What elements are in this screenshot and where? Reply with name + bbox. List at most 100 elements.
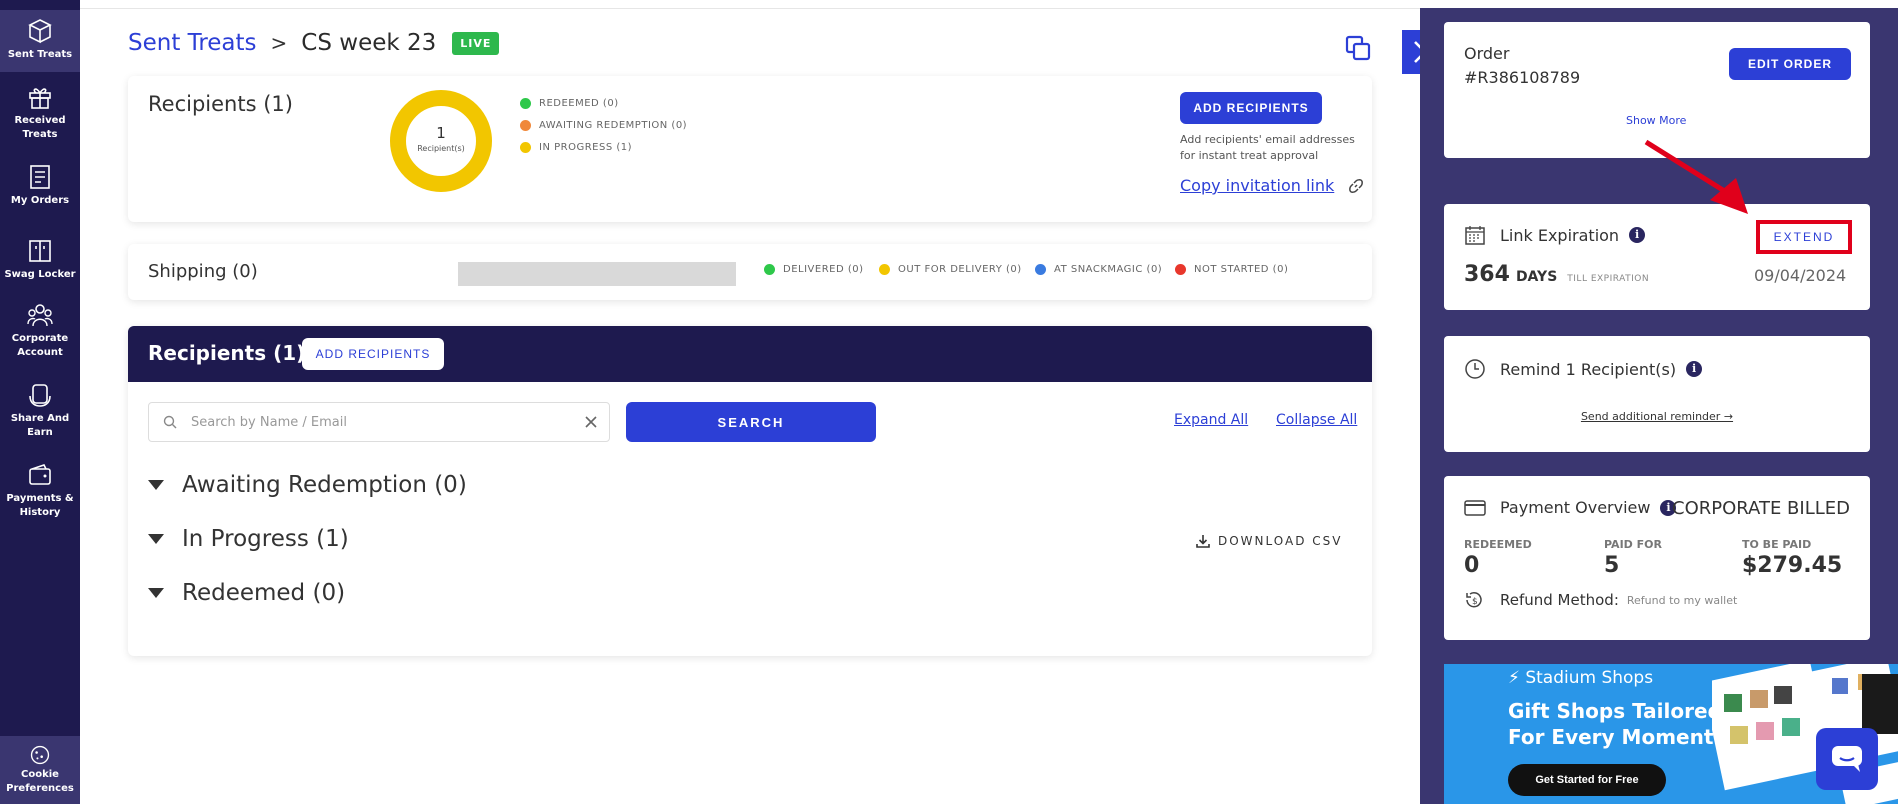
get-started-button[interactable]: Get Started for Free [1508, 764, 1666, 796]
add-recipients-button[interactable]: ADD RECIPIENTS [1180, 92, 1322, 124]
clock-icon [1465, 359, 1485, 379]
info-icon[interactable]: i [1686, 361, 1703, 377]
expand-all-link[interactable]: Expand All [1174, 412, 1248, 428]
search-input[interactable] [191, 414, 585, 430]
nav-item-share-and-earn[interactable]: Share And Earn [0, 382, 80, 440]
extend-button[interactable]: EXTEND [1756, 220, 1852, 254]
send-reminder-link[interactable]: Send additional reminder → [1444, 410, 1870, 423]
payment-overview-title: Payment Overview [1500, 498, 1651, 517]
chat-button[interactable] [1816, 728, 1878, 790]
share-icon [29, 384, 51, 407]
top-divider [80, 8, 1420, 9]
nav-item-swag-locker[interactable]: Swag Locker [0, 238, 80, 282]
shipping-progress-bar [458, 262, 736, 286]
donut-count: 1 [436, 124, 446, 142]
group-label: Redeemed (0) [182, 580, 346, 606]
legend-at-snackmagic: AT SNACKMAGIC (0) [1035, 264, 1162, 275]
legend-label: REDEEMED (0) [539, 98, 619, 109]
stat-value: $279.45 [1742, 553, 1843, 578]
gift-icon [29, 88, 51, 109]
search-button[interactable]: SEARCH [626, 402, 876, 442]
box-icon [28, 19, 52, 44]
refund-icon: $ [1466, 592, 1482, 608]
legend-label: AWAITING REDEMPTION (0) [539, 120, 688, 131]
caret-down-icon [148, 480, 164, 490]
group-in-progress[interactable]: In Progress (1) [148, 526, 349, 552]
cookie-preferences-button[interactable]: Cookie Preferences [0, 736, 80, 804]
nav-label: Payments & History [6, 493, 74, 518]
search-icon [163, 415, 177, 429]
reminder-card: Remind 1 Recipient(s) i Send additional … [1444, 336, 1870, 452]
page-title: CS week 23 [301, 30, 437, 56]
legend-dot [764, 264, 775, 275]
breadcrumb: Sent Treats > CS week 23 LIVE [128, 30, 500, 56]
days-remaining: 364 DAYS TILL EXPIRATION [1464, 262, 1649, 287]
legend-delivered: DELIVERED (0) [764, 264, 864, 275]
nav-item-my-orders[interactable]: My Orders [0, 164, 80, 208]
copy-icon[interactable] [1344, 34, 1372, 62]
edit-order-button[interactable]: EDIT ORDER [1729, 48, 1851, 80]
days-suffix: TILL EXPIRATION [1567, 274, 1650, 284]
download-csv-label: DOWNLOAD CSV [1218, 534, 1343, 548]
payment-overview-header: Payment Overview i [1464, 498, 1677, 517]
locker-icon [29, 240, 51, 262]
days-value: 364 [1464, 262, 1510, 287]
recipients-summary-card: Recipients (1) 1 Recipient(s) REDEEMED (… [128, 76, 1372, 222]
calendar-icon [1465, 226, 1485, 245]
nav-label: Received Treats [14, 115, 66, 140]
group-redeemed[interactable]: Redeemed (0) [148, 580, 345, 606]
nav-item-sent-treats[interactable]: Sent Treats [0, 10, 80, 72]
legend-dot [520, 142, 531, 153]
link-expiration-header: Link Expiration i [1464, 224, 1646, 246]
promo-brand: ⚡ Stadium Shops [1508, 668, 1653, 688]
billing-type: CORPORATE BILLED [1672, 498, 1850, 519]
legend-label: IN PROGRESS (1) [539, 142, 633, 153]
caret-down-icon [148, 534, 164, 544]
status-badge: LIVE [452, 31, 500, 55]
nav-item-payments-history[interactable]: Payments & History [0, 462, 80, 520]
breadcrumb-root-link[interactable]: Sent Treats [128, 30, 257, 56]
legend-redeemed: REDEEMED (0) [520, 98, 619, 109]
stat-label: REDEEMED [1464, 538, 1532, 551]
recipients-list-header: Recipients (1) ADD RECIPIENTS [128, 326, 1372, 382]
copy-invitation-link[interactable]: Copy invitation link [1180, 176, 1364, 195]
link-expiration-card: Link Expiration i EXTEND 364 DAYS TILL E… [1444, 204, 1870, 310]
right-panel: Order #R386108789 EDIT ORDER Show More L… [1420, 8, 1898, 804]
link-expiration-title: Link Expiration [1500, 225, 1620, 245]
info-icon[interactable]: i [1629, 227, 1646, 243]
stat-value: 0 [1464, 553, 1480, 578]
credit-card-icon [1464, 499, 1486, 516]
show-more-link[interactable]: Show More [1626, 114, 1686, 127]
stat-value: 5 [1604, 553, 1620, 578]
legend-label: OUT FOR DELIVERY (0) [898, 264, 1022, 275]
order-number: #R386108789 [1464, 68, 1581, 87]
donut-label: Recipient(s) [417, 144, 465, 153]
reminder-title: Remind 1 Recipient(s) [1500, 359, 1677, 379]
recipients-list-card: Recipients (1) ADD RECIPIENTS SEARCH Exp… [128, 326, 1372, 656]
promo-brand-text: Stadium Shops [1525, 668, 1654, 688]
people-icon [27, 304, 53, 327]
collapse-all-link[interactable]: Collapse All [1276, 412, 1357, 428]
nav-item-received-treats[interactable]: Received Treats [0, 84, 80, 142]
legend-label: AT SNACKMAGIC (0) [1054, 264, 1163, 275]
legend-out-for-delivery: OUT FOR DELIVERY (0) [879, 264, 1022, 275]
refund-label: Refund Method: [1500, 591, 1619, 609]
nav-label: Sent Treats [7, 49, 73, 60]
download-csv-button[interactable]: DOWNLOAD CSV [1196, 534, 1343, 548]
legend-label: DELIVERED (0) [783, 264, 864, 275]
refund-value: Refund to my wallet [1626, 593, 1738, 607]
search-field [148, 402, 610, 442]
clear-icon[interactable] [585, 416, 597, 428]
shipping-card: Shipping (0) DELIVERED (0) OUT FOR DELIV… [128, 244, 1372, 300]
stat-paid-for: PAID FOR 5 [1604, 538, 1662, 578]
bolt-icon: ⚡ [1508, 668, 1520, 688]
nav-item-corporate-account[interactable]: Corporate Account [0, 302, 80, 360]
stat-label: PAID FOR [1604, 538, 1662, 551]
add-recipients-secondary-button[interactable]: ADD RECIPIENTS [302, 338, 444, 370]
left-sidebar: Sent Treats Received Treats My Orders Sw… [0, 0, 80, 804]
breadcrumb-separator: > [270, 31, 288, 55]
add-recipients-help-text: Add recipients' email addresses for inst… [1180, 133, 1355, 162]
group-label: In Progress (1) [182, 526, 349, 552]
group-awaiting-redemption[interactable]: Awaiting Redemption (0) [148, 472, 467, 498]
wallet-icon [29, 464, 51, 485]
